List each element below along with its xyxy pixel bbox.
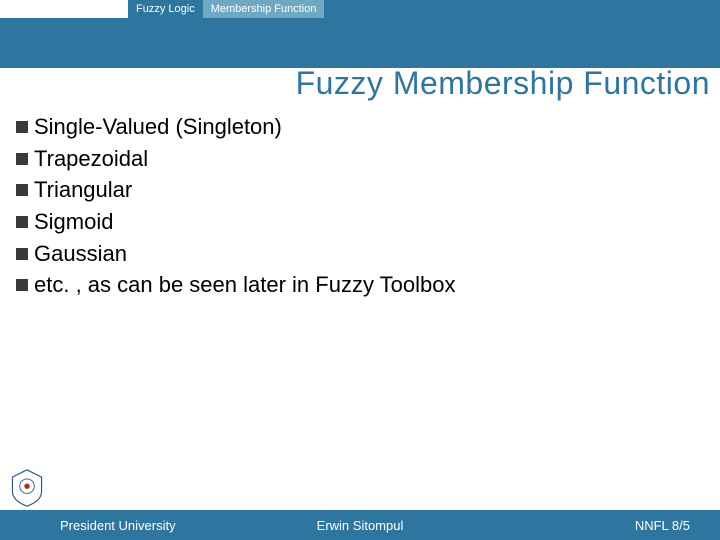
footer-bar: President University Erwin Sitompul NNFL… [0, 510, 720, 540]
list-item: Gaussian [16, 239, 704, 269]
list-item: Trapezoidal [16, 144, 704, 174]
list-item-label: Gaussian [34, 239, 127, 269]
footer-left: President University [60, 518, 176, 533]
footer-center: Erwin Sitompul [317, 518, 404, 533]
square-bullet-icon [16, 216, 28, 228]
page-title: Fuzzy Membership Function [296, 65, 710, 102]
list-item: Single-Valued (Singleton) [16, 112, 704, 142]
header-bar: Fuzzy Logic Membership Function [0, 0, 720, 68]
breadcrumb: Fuzzy Logic Membership Function [0, 0, 324, 18]
list-item: Triangular [16, 175, 704, 205]
breadcrumb-item-1: Fuzzy Logic [128, 0, 203, 18]
list-item-label: Single-Valued (Singleton) [34, 112, 282, 142]
footer-right: NNFL 8/5 [635, 518, 690, 533]
list-item: etc. , as can be seen later in Fuzzy Too… [16, 270, 704, 300]
list-item-label: etc. , as can be seen later in Fuzzy Too… [34, 270, 456, 300]
breadcrumb-spacer [0, 0, 128, 18]
square-bullet-icon [16, 248, 28, 260]
list-item-label: Triangular [34, 175, 132, 205]
square-bullet-icon [16, 279, 28, 291]
list-item: Sigmoid [16, 207, 704, 237]
square-bullet-icon [16, 153, 28, 165]
square-bullet-icon [16, 121, 28, 133]
breadcrumb-item-2: Membership Function [203, 0, 325, 18]
list-item-label: Trapezoidal [34, 144, 148, 174]
square-bullet-icon [16, 184, 28, 196]
list-item-label: Sigmoid [34, 207, 113, 237]
content-area: Single-Valued (Singleton) Trapezoidal Tr… [16, 112, 704, 302]
university-logo [8, 468, 46, 508]
